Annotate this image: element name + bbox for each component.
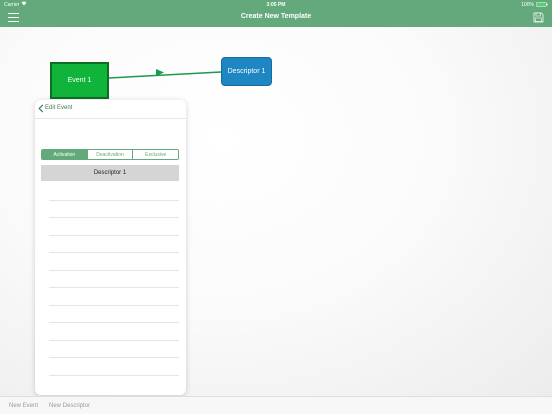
list-row-separator [49, 340, 179, 341]
battery-percentage: 100% [521, 2, 534, 8]
descriptor-node-label: Descriptor 1 [227, 68, 266, 75]
page-title: Create New Template [240, 13, 312, 20]
list-row-separator [49, 235, 179, 236]
popover-title: Edit Event [45, 105, 73, 111]
list-row-separator [49, 322, 179, 323]
event-node-label: Event 1 [67, 77, 92, 84]
list-row-separator [49, 375, 179, 376]
list-row-separator [49, 200, 179, 201]
event-node[interactable]: Event 1 [50, 62, 109, 99]
list-row-separator [49, 357, 179, 358]
list-row-separator [49, 305, 179, 306]
segment-deactivation[interactable]: Deactivation [86, 150, 133, 159]
list-row-separator [49, 252, 179, 253]
bottom-toolbar: New Event New Descriptor [0, 396, 552, 414]
app-screen: Carrier 3:05 PM 100% Create New Template… [0, 0, 552, 414]
navigation-bar: Create New Template [0, 9, 552, 27]
clock-label: 3:05 PM [266, 2, 286, 8]
save-icon[interactable] [533, 12, 544, 23]
back-chevron-icon [38, 104, 44, 113]
list-row-separator [49, 287, 179, 288]
status-bar: Carrier 3:05 PM 100% [0, 0, 552, 9]
template-canvas[interactable]: Event 1 Descriptor 1 Edit Event Activati… [0, 27, 552, 396]
list-row-separator [49, 217, 179, 218]
segment-activation[interactable]: Activation [42, 150, 87, 159]
descriptor-node[interactable]: Descriptor 1 [221, 57, 272, 86]
popover-divider [35, 118, 186, 119]
event-type-segmented-control: Activation Deactivation Exclusive [41, 149, 179, 160]
list-row-separator [49, 270, 179, 271]
new-descriptor-button[interactable]: New Descriptor [49, 403, 90, 409]
segment-exclusive[interactable]: Exclusive [132, 150, 178, 159]
descriptor-list-row[interactable]: Descriptor 1 [41, 165, 179, 181]
battery-icon [536, 2, 548, 7]
edit-event-popover: Edit Event Activation Deactivation Exclu… [35, 100, 186, 395]
back-button[interactable]: Edit Event [35, 100, 186, 118]
new-event-button[interactable]: New Event [9, 403, 38, 409]
